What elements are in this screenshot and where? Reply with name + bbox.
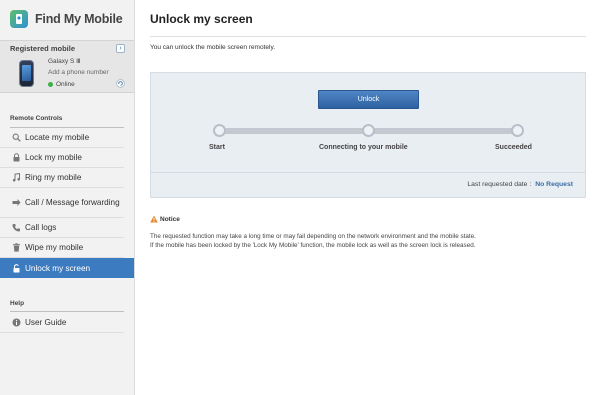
forward-icon — [11, 198, 21, 208]
notice-line: If the mobile has been locked by the 'Lo… — [150, 242, 476, 249]
unlock-button[interactable]: Unlock — [318, 90, 419, 109]
info-icon — [11, 318, 21, 328]
sidebar: Find My Mobile Registered mobile › Galax… — [0, 0, 135, 395]
sidebar-item-label: Lock my mobile — [25, 153, 82, 162]
sidebar-item-locate[interactable]: Locate my mobile — [0, 128, 124, 148]
sidebar-item-unlock-screen[interactable]: Unlock my screen — [0, 258, 134, 278]
last-requested: Last requested date : No Request — [467, 181, 573, 188]
remote-controls-menu: Locate my mobile Lock my mobile Ring my … — [0, 128, 134, 278]
page-title: Unlock my screen — [150, 12, 253, 26]
sidebar-item-call-logs[interactable]: Call logs — [0, 218, 124, 238]
intro-text: You can unlock the mobile screen remotel… — [150, 44, 276, 51]
warning-icon — [150, 215, 158, 223]
sidebar-item-wipe[interactable]: Wipe my mobile — [0, 238, 124, 258]
sidebar-item-forwarding[interactable]: Call / Message forwarding — [0, 188, 124, 218]
step-dot-connecting — [362, 124, 375, 137]
step-label-start: Start — [209, 144, 225, 151]
sidebar-item-lock[interactable]: Lock my mobile — [0, 148, 124, 168]
find-my-mobile-logo-icon — [10, 9, 28, 28]
last-requested-value: No Request — [535, 181, 573, 188]
sidebar-item-label: User Guide — [25, 318, 67, 327]
notice-line: The requested function may take a long t… — [150, 233, 476, 240]
registered-mobile-heading: Registered mobile — [10, 44, 76, 53]
sidebar-item-ring[interactable]: Ring my mobile — [0, 168, 124, 188]
divider — [151, 172, 585, 173]
brand[interactable]: Find My Mobile — [0, 0, 134, 37]
sidebar-item-label: Ring my mobile — [25, 173, 82, 182]
divider — [10, 311, 124, 312]
last-requested-label: Last requested date : — [467, 181, 532, 188]
help-menu: User Guide — [0, 313, 134, 333]
step-label-connecting: Connecting to your mobile — [319, 144, 408, 151]
device-model: Galaxy S Ⅲ — [48, 58, 81, 65]
chevron-right-icon[interactable]: › — [116, 44, 125, 53]
phone-icon — [11, 223, 21, 233]
device-status: Online — [48, 81, 75, 88]
sidebar-item-label: Locate my mobile — [25, 133, 90, 142]
trash-icon — [11, 243, 21, 253]
step-dot-start — [213, 124, 226, 137]
unlock-panel: Unlock Start Connecting to your mobile S… — [150, 72, 586, 198]
unlock-icon — [11, 263, 21, 273]
sidebar-item-label: Wipe my mobile — [25, 243, 84, 252]
music-note-icon — [11, 173, 21, 183]
device-status-label: Online — [56, 81, 75, 88]
lock-icon — [11, 153, 21, 163]
sidebar-item-label: Unlock my screen — [25, 263, 91, 273]
help-heading: Help — [10, 300, 25, 307]
app-title: Find My Mobile — [35, 11, 123, 26]
sidebar-item-label: Call logs — [25, 223, 57, 232]
refresh-icon[interactable] — [116, 79, 125, 88]
sidebar-item-label: Call / Message forwarding — [25, 198, 120, 207]
remote-controls-heading: Remote Controls — [10, 115, 63, 122]
divider — [150, 36, 586, 37]
phone-thumbnail — [19, 60, 34, 87]
search-icon — [11, 133, 21, 143]
step-label-succeeded: Succeeded — [495, 144, 532, 151]
notice-heading: Notice — [150, 215, 180, 223]
notice-title: Notice — [160, 215, 180, 223]
add-phone-number-link[interactable]: Add a phone number — [48, 69, 109, 76]
step-dot-succeeded — [511, 124, 524, 137]
sidebar-item-user-guide[interactable]: User Guide — [0, 313, 124, 333]
online-dot-icon — [48, 82, 53, 87]
registered-mobile-panel: Registered mobile › Galaxy S Ⅲ Add a pho… — [0, 40, 134, 93]
